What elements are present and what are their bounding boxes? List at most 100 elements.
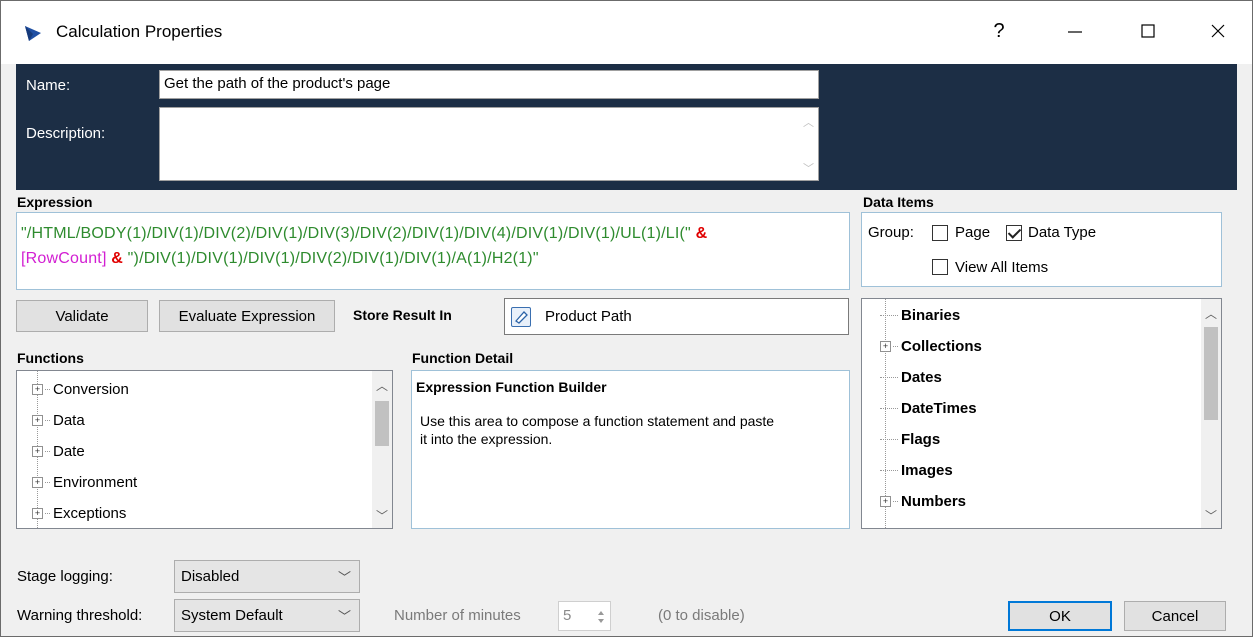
- tree-connector: [45, 450, 50, 452]
- help-button[interactable]: ?: [979, 15, 1019, 47]
- expression-operator-2: &: [111, 250, 124, 267]
- tree-connector: [45, 481, 50, 483]
- page-checkbox[interactable]: [932, 225, 948, 241]
- maximize-button[interactable]: [1128, 15, 1168, 47]
- tree-item[interactable]: Images: [880, 460, 953, 480]
- scroll-thumb[interactable]: [375, 401, 389, 446]
- expand-plus-icon[interactable]: +: [880, 340, 891, 352]
- warning-threshold-select[interactable]: System Default ﹀: [174, 599, 360, 632]
- tree-item-label: Data: [53, 411, 85, 429]
- scroll-down-icon[interactable]: ﹀: [803, 160, 814, 176]
- data-items-scrollbar[interactable]: ︿ ﹀: [1201, 299, 1221, 528]
- tree-item[interactable]: + Numbers: [880, 491, 966, 511]
- page-checkbox-label[interactable]: Page: [955, 224, 990, 241]
- data-items-tree[interactable]: Binaries + Collections Dates DateTimes Flags I…: [861, 298, 1222, 529]
- tree-connector: [880, 407, 898, 409]
- data-type-checkbox-label[interactable]: Data Type: [1028, 224, 1096, 241]
- app-logo-icon: [25, 26, 41, 41]
- title-bar: Calculation Properties ?: [1, 1, 1252, 64]
- data-type-checkbox[interactable]: [1006, 225, 1022, 241]
- scroll-thumb[interactable]: [1204, 327, 1218, 420]
- description-input[interactable]: ︿ ﹀: [159, 107, 819, 181]
- scroll-up-icon[interactable]: ︿: [803, 114, 814, 130]
- function-detail-title: Function Detail: [412, 350, 514, 366]
- tree-item[interactable]: + Conversion: [32, 379, 129, 399]
- tree-item-label: Environment: [53, 473, 138, 491]
- tree-item-label: Conversion: [53, 380, 129, 398]
- scroll-down-icon[interactable]: ﹀: [1205, 507, 1217, 524]
- tree-item-label: Collections: [901, 337, 982, 355]
- tree-item[interactable]: + Data: [32, 410, 85, 430]
- maximize-icon: [1141, 24, 1155, 38]
- close-button[interactable]: [1198, 15, 1238, 47]
- tree-item[interactable]: + Exceptions: [32, 503, 126, 523]
- tree-item-label: Numbers: [901, 492, 967, 510]
- expand-plus-icon[interactable]: +: [32, 445, 43, 457]
- name-input[interactable]: Get the path of the product's page: [159, 70, 819, 99]
- ok-button[interactable]: OK: [1008, 601, 1112, 631]
- view-all-items-checkbox[interactable]: [932, 259, 948, 275]
- spinner-arrows-icon[interactable]: [597, 609, 605, 625]
- function-detail-line-2: it into the expression.: [420, 431, 553, 447]
- tree-item-label: DateTimes: [901, 399, 977, 417]
- expand-plus-icon[interactable]: +: [880, 495, 891, 507]
- group-label: Group:: [868, 224, 914, 241]
- tree-connector: [893, 500, 898, 502]
- store-result-label: Store Result In: [353, 307, 452, 323]
- function-detail-panel: Expression Function Builder Use this are…: [411, 370, 850, 529]
- functions-scrollbar[interactable]: ︿ ﹀: [372, 371, 392, 528]
- stage-logging-select[interactable]: Disabled ﹀: [174, 560, 360, 593]
- expression-editor[interactable]: "/HTML/BODY(1)/DIV(1)/DIV(2)/DIV(1)/DIV(…: [16, 212, 850, 290]
- scroll-down-icon[interactable]: ﹀: [376, 507, 388, 524]
- tree-item[interactable]: DateTimes: [880, 398, 977, 418]
- tree-connector: [880, 314, 898, 316]
- name-label: Name:: [26, 77, 71, 94]
- functions-tree[interactable]: + Conversion + Data + Date + Environment + Except…: [16, 370, 393, 529]
- tree-connector: [45, 388, 50, 390]
- tree-item-label: Flags: [901, 430, 941, 448]
- store-result-value: Product Path: [545, 308, 632, 325]
- function-builder-heading: Expression Function Builder: [416, 379, 607, 395]
- minimize-button[interactable]: [1055, 15, 1095, 47]
- tree-item-label: Binaries: [901, 306, 961, 324]
- tree-item-label: Dates: [901, 368, 942, 386]
- chevron-down-icon: ﹀: [337, 609, 351, 624]
- validate-button[interactable]: Validate: [16, 300, 148, 332]
- tree-connector: [45, 512, 50, 514]
- tree-item-label: Images: [901, 461, 953, 479]
- scroll-up-icon[interactable]: ︿: [376, 377, 388, 394]
- scroll-up-icon[interactable]: ︿: [1205, 305, 1217, 322]
- expand-plus-icon[interactable]: +: [32, 414, 43, 426]
- window-title: Calculation Properties: [56, 22, 223, 41]
- tree-item[interactable]: Flags: [880, 429, 940, 449]
- data-items-group-options: Group: Page Data Type View All Items: [861, 212, 1222, 287]
- tree-item[interactable]: Dates: [880, 367, 942, 387]
- cancel-button[interactable]: Cancel: [1124, 601, 1226, 631]
- expression-string-2: ")/DIV(1)/DIV(1)/DIV(1)/DIV(2)/DIV(1)/DI…: [127, 250, 539, 267]
- tree-connector: [45, 419, 50, 421]
- tree-item[interactable]: + Collections: [880, 336, 982, 356]
- minutes-spinner[interactable]: 5: [558, 601, 611, 631]
- expression-title: Expression: [17, 194, 93, 210]
- data-items-title: Data Items: [863, 194, 934, 210]
- tree-connector: [880, 376, 898, 378]
- expand-plus-icon[interactable]: +: [32, 383, 43, 395]
- evaluate-expression-button[interactable]: Evaluate Expression: [159, 300, 335, 332]
- expression-variable: [RowCount]: [21, 250, 107, 267]
- expression-string-1: "/HTML/BODY(1)/DIV(1)/DIV(2)/DIV(1)/DIV(…: [21, 225, 691, 242]
- tree-connector: [880, 438, 898, 440]
- tree-item[interactable]: + Environment: [32, 472, 137, 492]
- expand-plus-icon[interactable]: +: [32, 476, 43, 488]
- store-result-field[interactable]: Product Path: [504, 298, 849, 335]
- expand-plus-icon[interactable]: +: [32, 507, 43, 519]
- description-scrollbar[interactable]: ︿ ﹀: [798, 108, 818, 180]
- tree-item[interactable]: Binaries: [880, 305, 960, 325]
- data-item-icon: [511, 307, 531, 327]
- properties-header: Name: Get the path of the product's page…: [16, 64, 1237, 190]
- tree-item[interactable]: + Date: [32, 441, 85, 461]
- functions-title: Functions: [17, 350, 84, 366]
- tree-item-label: Exceptions: [53, 504, 127, 522]
- function-detail-line-1: Use this area to compose a function stat…: [420, 413, 775, 429]
- view-all-items-label[interactable]: View All Items: [955, 259, 1048, 276]
- tree-connector: [893, 345, 898, 347]
